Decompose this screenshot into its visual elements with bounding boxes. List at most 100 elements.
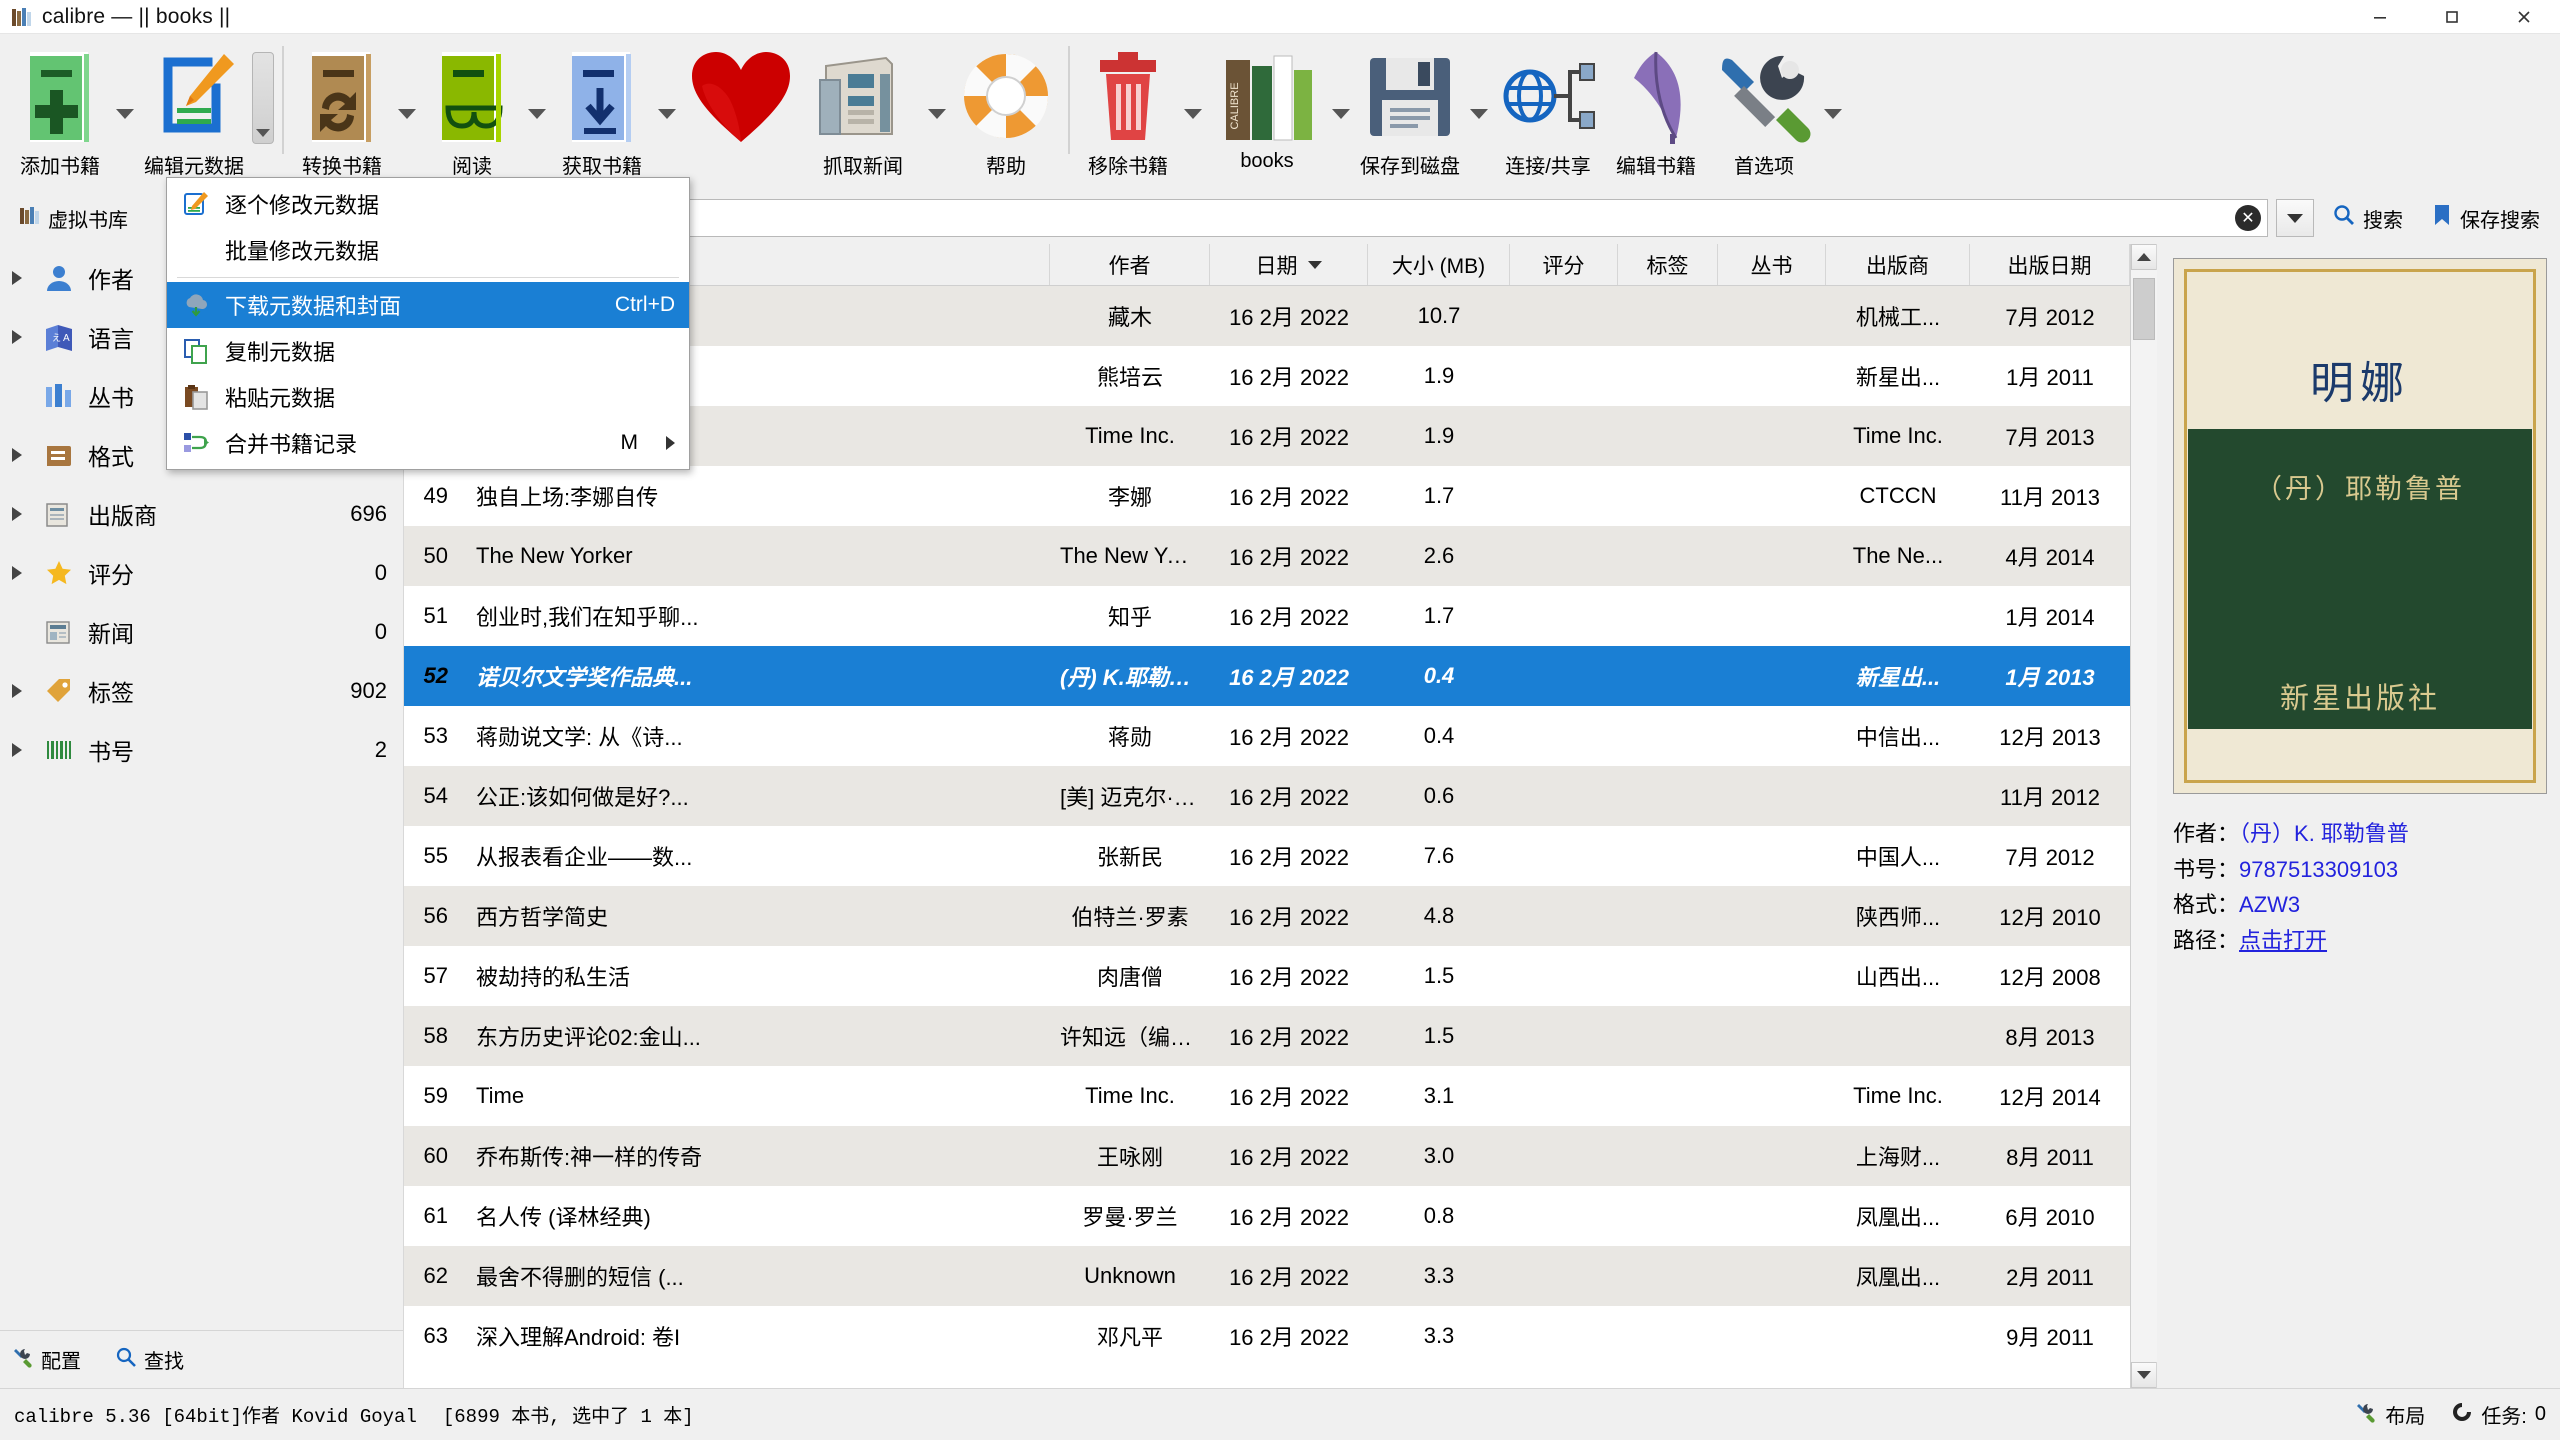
toolbar-library[interactable]: CALIBRE books bbox=[1206, 34, 1328, 184]
menu-item-2[interactable]: 下载元数据和封面Ctrl+D bbox=[167, 282, 689, 328]
toolbar-save-to-disk[interactable]: 保存到磁盘 bbox=[1354, 34, 1466, 184]
library-dropdown-arrow[interactable] bbox=[1328, 34, 1354, 184]
column-header-date[interactable]: 日期 bbox=[1210, 244, 1368, 285]
save-to-disk-icon bbox=[1360, 44, 1460, 148]
table-row[interactable]: 59TimeTime Inc.16 2月 20223.1Time Inc.12月… bbox=[404, 1066, 2130, 1126]
edit-metadata-dropdown-arrow[interactable] bbox=[250, 34, 276, 184]
sidebar-item-news[interactable]: 新闻0 bbox=[0, 602, 403, 661]
edit-metadata-context-menu[interactable]: 逐个修改元数据批量修改元数据下载元数据和封面Ctrl+D复制元数据粘贴元数据合并… bbox=[166, 177, 690, 470]
table-row[interactable]: 57被劫持的私生活肉唐僧16 2月 20221.5山西出...12月 2008 bbox=[404, 946, 2130, 1006]
close-button[interactable] bbox=[2488, 0, 2560, 34]
expand-arrow-icon[interactable] bbox=[4, 566, 30, 580]
column-header-size[interactable]: 大小 (MB) bbox=[1368, 244, 1510, 285]
column-header-author[interactable]: 作者 bbox=[1050, 244, 1210, 285]
sidebar-item-identifiers[interactable]: 书号2 bbox=[0, 720, 403, 779]
toolbar-fetch-news[interactable]: 抓取新闻 bbox=[802, 34, 924, 184]
jobs-indicator[interactable]: 任务: 0 bbox=[2451, 1400, 2546, 1429]
toolbar-get-books[interactable]: 获取书籍 bbox=[550, 34, 654, 184]
table-row[interactable]: 54公正:该如何做是好?...[美] 迈克尔·桑...16 2月 20220.6… bbox=[404, 766, 2130, 826]
read-dropdown-arrow[interactable] bbox=[524, 34, 550, 184]
toolbar-preferences[interactable]: 首选项 bbox=[1708, 34, 1820, 184]
cell-pubdate: 4月 2014 bbox=[1970, 526, 2130, 586]
cell-text: [美] 迈克尔·桑... bbox=[1060, 780, 1200, 812]
sidebar-configure-button[interactable]: 配置 bbox=[0, 1345, 93, 1374]
sidebar-item-tags[interactable]: 标签902 bbox=[0, 661, 403, 720]
table-row[interactable]: 51创业时,我们在知乎聊...知乎16 2月 20221.71月 2014 bbox=[404, 586, 2130, 646]
minimize-button[interactable] bbox=[2344, 0, 2416, 34]
toolbar-remove-books[interactable]: 移除书籍 bbox=[1076, 34, 1180, 184]
menu-item-0[interactable]: 逐个修改元数据 bbox=[167, 181, 689, 227]
find-label: 查找 bbox=[144, 1345, 184, 1374]
maximize-button[interactable] bbox=[2416, 0, 2488, 34]
cell-date: 16 2月 2022 bbox=[1210, 886, 1368, 946]
toolbar-favorites[interactable] bbox=[680, 34, 802, 184]
column-header-rating[interactable]: 评分 bbox=[1510, 244, 1618, 285]
toolbar-edit-book[interactable]: 编辑书籍 bbox=[1604, 34, 1708, 184]
menu-item-4[interactable]: 粘贴元数据 bbox=[167, 374, 689, 420]
search-history-dropdown[interactable] bbox=[2276, 199, 2314, 237]
table-row[interactable]: 58东方历史评论02:金山...许知远（编著）16 2月 20221.58月 2… bbox=[404, 1006, 2130, 1066]
search-button[interactable]: 搜索 bbox=[2322, 203, 2413, 233]
sidebar-item-publisher[interactable]: 出版商696 bbox=[0, 484, 403, 543]
sidebar-find-button[interactable]: 查找 bbox=[103, 1345, 196, 1374]
table-row[interactable]: 53蒋勋说文学: 从《诗...蒋勋16 2月 20220.4中信出...12月 … bbox=[404, 706, 2130, 766]
table-row[interactable]: 50The New YorkerThe New Yor...16 2月 2022… bbox=[404, 526, 2130, 586]
cell-text: 中国人... bbox=[1836, 840, 1960, 872]
expand-arrow-icon[interactable] bbox=[4, 684, 30, 698]
add-books-dropdown-arrow[interactable] bbox=[112, 34, 138, 184]
table-row[interactable]: 55从报表看企业——数...张新民16 2月 20227.6中国人...7月 2… bbox=[404, 826, 2130, 886]
table-row[interactable]: 60乔布斯传:神一样的传奇王咏刚16 2月 20223.0上海财...8月 20… bbox=[404, 1126, 2130, 1186]
expand-arrow-icon[interactable] bbox=[4, 271, 30, 285]
column-header-tags[interactable]: 标签 bbox=[1618, 244, 1718, 285]
fetch-news-dropdown-arrow[interactable] bbox=[924, 34, 950, 184]
toolbar-read[interactable]: 阅读 bbox=[420, 34, 524, 184]
layout-button[interactable]: 布局 bbox=[2355, 1400, 2425, 1429]
virtual-library-button[interactable]: 虚拟书库 bbox=[10, 203, 180, 233]
get-books-dropdown-arrow[interactable] bbox=[654, 34, 680, 184]
expand-arrow-icon[interactable] bbox=[4, 507, 30, 521]
save-to-disk-dropdown-arrow[interactable] bbox=[1466, 34, 1492, 184]
scroll-up-icon[interactable] bbox=[2131, 244, 2157, 270]
expand-arrow-icon[interactable] bbox=[4, 448, 30, 462]
menu-item-5[interactable]: 合并书籍记录M bbox=[167, 420, 689, 466]
toolbar-add-books[interactable]: 添加书籍 bbox=[8, 34, 112, 184]
menu-item-3[interactable]: 复制元数据 bbox=[167, 328, 689, 374]
table-row[interactable]: 63深入理解Android: 卷I邓凡平16 2月 20223.39月 2011 bbox=[404, 1306, 2130, 1366]
column-header-publisher[interactable]: 出版商 bbox=[1826, 244, 1970, 285]
table-row[interactable]: 49独自上场:李娜自传李娜16 2月 20221.7CTCCN11月 2013 bbox=[404, 466, 2130, 526]
table-row[interactable]: 52诺贝尔文学奖作品典...(丹) K.耶勒鲁普16 2月 20220.4新星出… bbox=[404, 646, 2130, 706]
save-search-button[interactable]: 保存搜索 bbox=[2421, 203, 2550, 233]
scrollbar-thumb[interactable] bbox=[2133, 278, 2155, 340]
book-cover-image[interactable]: 明娜 （丹）耶勒鲁普 新星出版社 bbox=[2173, 258, 2547, 794]
metadata-value[interactable]: 点击打开 bbox=[2239, 928, 2327, 953]
preferences-dropdown-arrow[interactable] bbox=[1820, 34, 1846, 184]
cell-author: Time Inc. bbox=[1050, 406, 1210, 466]
menu-item-1[interactable]: 批量修改元数据 bbox=[167, 227, 689, 273]
remove-books-dropdown-arrow[interactable] bbox=[1180, 34, 1206, 184]
cell-tags bbox=[1618, 1186, 1718, 1246]
cell-date: 16 2月 2022 bbox=[1210, 1066, 1368, 1126]
sidebar-item-label: 标签 bbox=[88, 674, 340, 708]
scrollbar-track[interactable] bbox=[2131, 270, 2157, 1362]
cell-rating bbox=[1510, 1066, 1618, 1126]
scroll-down-icon[interactable] bbox=[2131, 1362, 2157, 1388]
cell-publisher bbox=[1826, 1306, 1970, 1366]
expand-arrow-icon[interactable] bbox=[4, 743, 30, 757]
table-row[interactable]: 61名人传 (译林经典)罗曼·罗兰16 2月 20220.8凤凰出...6月 2… bbox=[404, 1186, 2130, 1246]
clear-search-icon[interactable]: ✕ bbox=[2235, 205, 2261, 231]
toolbar-help[interactable]: 帮助 bbox=[950, 34, 1062, 184]
expand-arrow-icon[interactable] bbox=[4, 330, 30, 344]
convert-books-dropdown-arrow[interactable] bbox=[394, 34, 420, 184]
book-list-scrollbar[interactable] bbox=[2130, 244, 2156, 1388]
search-icon bbox=[2332, 203, 2356, 233]
column-header-pubdate[interactable]: 出版日期 bbox=[1970, 244, 2130, 285]
cell-date: 16 2月 2022 bbox=[1210, 1186, 1368, 1246]
cell-series bbox=[1718, 1306, 1826, 1366]
toolbar-edit-metadata[interactable]: 编辑元数据 bbox=[138, 34, 250, 184]
column-header-series[interactable]: 丛书 bbox=[1718, 244, 1826, 285]
table-row[interactable]: 56西方哲学简史伯特兰·罗素16 2月 20224.8陕西师...12月 201… bbox=[404, 886, 2130, 946]
table-row[interactable]: 62最舍不得删的短信 (...Unknown16 2月 20223.3凤凰出..… bbox=[404, 1246, 2130, 1306]
toolbar-convert-books[interactable]: 转换书籍 bbox=[290, 34, 394, 184]
sidebar-item-rating[interactable]: 评分0 bbox=[0, 543, 403, 602]
toolbar-connect-share[interactable]: 连接/共享 bbox=[1492, 34, 1604, 184]
